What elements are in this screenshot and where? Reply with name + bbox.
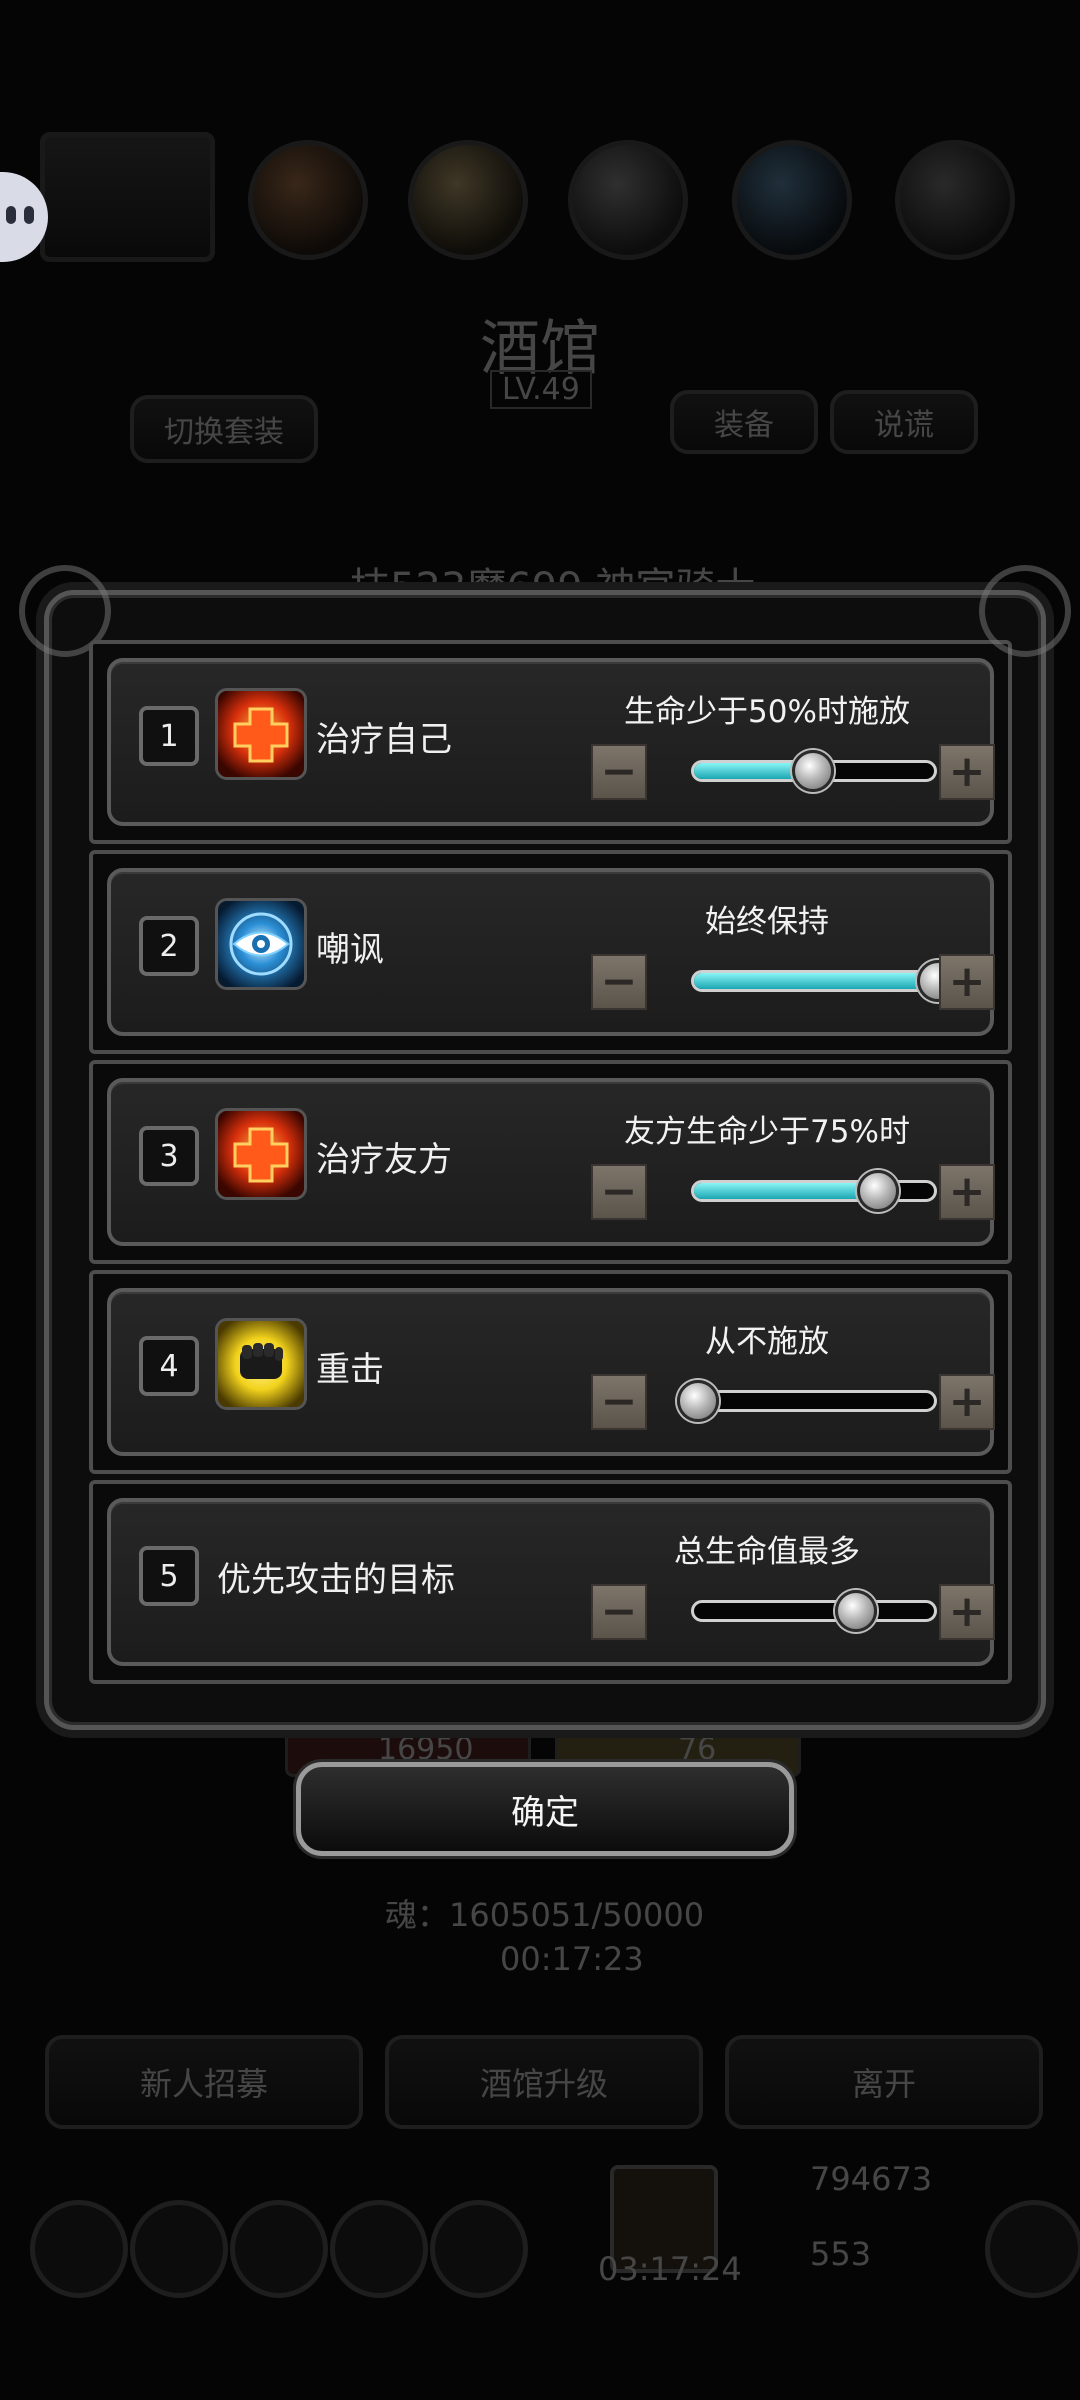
increase-button[interactable]: + <box>939 1374 995 1430</box>
skill-row: 2 嘲讽 始终保持 − + <box>89 850 1012 1054</box>
tavern-upgrade-button: 酒馆升级 <box>385 2035 703 2129</box>
skill-row: 5 优先攻击的目标 总生命值最多 − + <box>89 1480 1012 1684</box>
cast-condition-label: 始终保持 <box>705 904 829 940</box>
priority-number: 4 <box>139 1336 199 1396</box>
skill-name: 重击 <box>316 1350 384 1390</box>
menu-circle-icon <box>230 2200 328 2298</box>
blue-eye-icon <box>215 898 307 990</box>
soul-counter: 魂：1605051/50000 <box>385 1896 705 1934</box>
increase-button[interactable]: + <box>939 744 995 800</box>
tab-a-button: 装备 <box>670 390 818 454</box>
skill-name: 治疗友方 <box>316 1140 452 1180</box>
decrease-button[interactable]: − <box>591 1584 647 1640</box>
timer-2: 03:17:24 <box>598 2250 742 2288</box>
hero-level: LV.49 <box>490 370 592 409</box>
equipment-tab-icon <box>895 140 1015 260</box>
skill-row: 4 重击 从不施放 − + <box>89 1270 1012 1474</box>
decrease-button[interactable]: − <box>591 744 647 800</box>
switch-equip-button: 切换套装 <box>130 395 318 463</box>
red-cross-icon <box>215 688 307 780</box>
slider-knob[interactable] <box>857 1170 899 1212</box>
gold-amount: 794673 <box>810 2160 933 2198</box>
priority-number: 5 <box>139 1546 199 1606</box>
skill-row: 1 治疗自己 生命少于50%时施放 − + <box>89 640 1012 844</box>
add-circle-icon <box>985 2200 1080 2298</box>
equipment-tab-icon <box>568 140 688 260</box>
menu-circle-icon <box>430 2200 528 2298</box>
red-cross-icon <box>215 1108 307 1200</box>
skill-row: 3 治疗友方 友方生命少于75%时 − + <box>89 1060 1012 1264</box>
priority-number: 1 <box>139 706 199 766</box>
yellow-fist-icon <box>215 1318 307 1410</box>
menu-circle-icon <box>330 2200 428 2298</box>
condition-slider-track[interactable] <box>691 1390 937 1412</box>
recruit-button: 新人招募 <box>45 2035 363 2129</box>
hero-portrait-tab <box>40 132 215 262</box>
increase-button[interactable]: + <box>939 954 995 1010</box>
slider-knob[interactable] <box>792 750 835 792</box>
decrease-button[interactable]: − <box>591 954 647 1010</box>
timer-1: 00:17:23 <box>500 1940 644 1978</box>
cast-condition-label: 从不施放 <box>705 1324 829 1360</box>
menu-circle-icon <box>130 2200 228 2298</box>
slider-fill <box>694 1183 874 1199</box>
target-condition-label: 总生命值最多 <box>674 1534 860 1570</box>
skill-name: 治疗自己 <box>316 720 452 760</box>
equipment-tab-icon <box>408 140 528 260</box>
decrease-button[interactable]: − <box>591 1164 647 1220</box>
condition-slider-track[interactable] <box>691 970 937 992</box>
menu-circle-icon <box>30 2200 128 2298</box>
slider-knob[interactable] <box>677 1380 719 1422</box>
gem-amount: 553 <box>810 2235 872 2273</box>
cast-condition-label: 生命少于50%时施放 <box>624 694 910 730</box>
leave-button: 离开 <box>725 2035 1043 2129</box>
equipment-tab-icon <box>248 140 368 260</box>
increase-button[interactable]: + <box>939 1164 995 1220</box>
slider-fill <box>694 973 934 989</box>
skill-name: 嘲讽 <box>316 930 384 970</box>
confirm-button[interactable]: 确定 <box>296 1762 794 1856</box>
condition-slider-track[interactable] <box>691 1180 937 1202</box>
skill-settings-dialog: 1 治疗自己 生命少于50%时施放 − + 2 嘲讽 始终保持 − + 3 治疗… <box>19 565 1071 1730</box>
cast-condition-label: 友方生命少于75%时 <box>624 1114 910 1150</box>
target-priority-label: 优先攻击的目标 <box>217 1560 455 1600</box>
increase-button[interactable]: + <box>939 1584 995 1640</box>
decrease-button[interactable]: − <box>591 1374 647 1430</box>
tab-b-button: 说谎 <box>830 390 978 454</box>
priority-number: 2 <box>139 916 199 976</box>
priority-number: 3 <box>139 1126 199 1186</box>
slider-knob[interactable] <box>835 1590 878 1632</box>
target-slider-track[interactable] <box>691 1600 937 1622</box>
equipment-tab-icon <box>732 140 852 260</box>
